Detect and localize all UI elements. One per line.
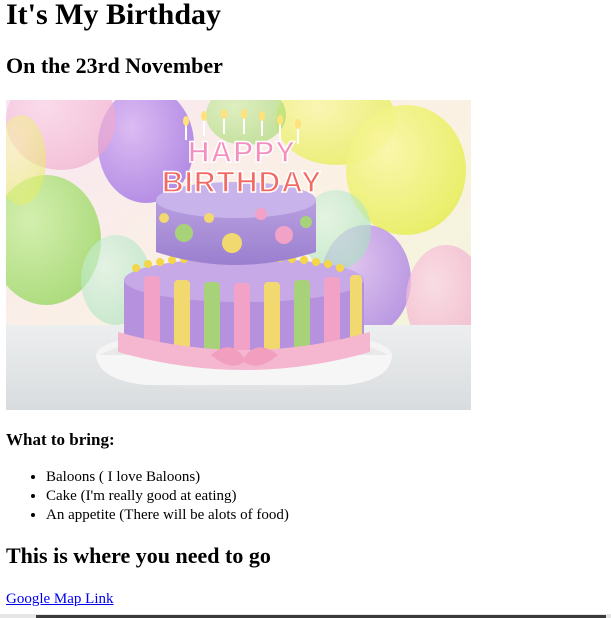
page: It's My Birthday On the 23rd November HA… <box>0 0 611 618</box>
directions-heading: This is where you need to go <box>6 543 271 568</box>
page-title: It's My Birthday <box>6 0 222 31</box>
list-item: Baloons ( I love Baloons) <box>46 468 289 487</box>
topper-happy-text: HAPPY <box>188 136 296 169</box>
bring-list: Baloons ( I love Baloons) Cake (I'm real… <box>6 468 289 525</box>
birthday-cake-image: HAPPY BIRTHDAY <box>6 100 471 410</box>
list-item: Cake (I'm really good at eating) <box>46 487 289 506</box>
horizontal-scrollbar[interactable] <box>0 614 611 618</box>
list-item: An appetite (There will be alots of food… <box>46 506 289 525</box>
topper-birthday-text: BIRTHDAY <box>162 166 322 199</box>
google-map-link[interactable]: Google Map Link <box>6 590 113 609</box>
bring-heading: What to bring: <box>6 430 115 449</box>
date-subtitle: On the 23rd November <box>6 53 223 78</box>
